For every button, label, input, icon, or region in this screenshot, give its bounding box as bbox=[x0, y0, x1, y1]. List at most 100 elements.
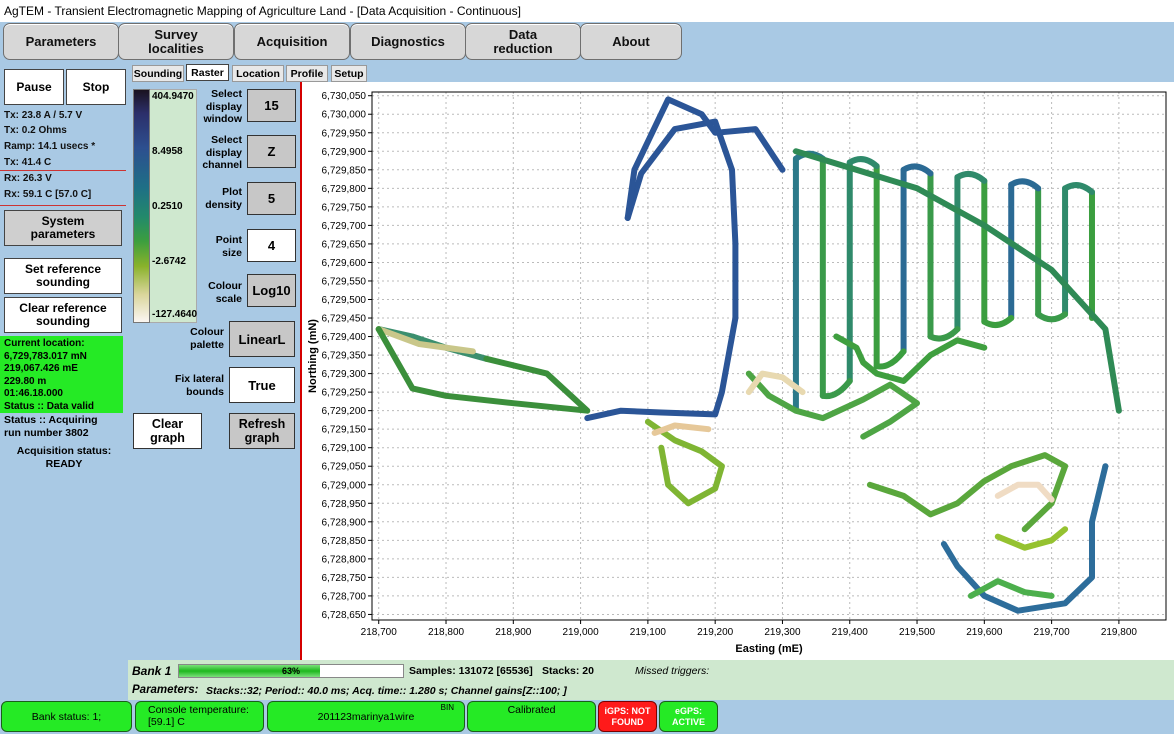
fix-lateral-bounds-label: Fix lateral bounds bbox=[174, 373, 224, 398]
console-temp-value: [59.1] C bbox=[148, 716, 185, 728]
y-tick-label: 6,729,250 bbox=[322, 388, 367, 399]
refresh-graph-label: Refresh graph bbox=[238, 417, 286, 445]
parameters-button[interactable]: Parameters bbox=[3, 23, 119, 60]
colour-palette-button[interactable]: LinearL bbox=[229, 321, 295, 357]
y-tick-label: 6,728,850 bbox=[322, 536, 367, 547]
igps-text: iGPS: NOT FOUND bbox=[604, 705, 651, 727]
location-northing: 6,729,783.017 mN bbox=[4, 350, 87, 362]
tab-location[interactable]: Location bbox=[232, 65, 284, 82]
main-toolbar: Parameters Survey localities Acquisition… bbox=[0, 22, 1174, 62]
x-axis-label: Easting (mE) bbox=[735, 643, 803, 655]
y-tick-label: 6,729,300 bbox=[322, 369, 367, 380]
survey-track bbox=[651, 422, 712, 436]
y-tick-label: 6,728,700 bbox=[322, 591, 367, 602]
clear-reference-button[interactable]: Clear reference sounding bbox=[4, 297, 122, 333]
location-time: 01:46.18.000 bbox=[4, 388, 63, 400]
scale-label-3: 0.2510 bbox=[152, 201, 183, 212]
tab-sounding[interactable]: Sounding bbox=[132, 65, 184, 82]
acquisition-button[interactable]: Acquisition bbox=[234, 23, 350, 60]
lane-turn bbox=[1008, 178, 1042, 192]
tx-temperature: Tx: 41.4 C bbox=[4, 157, 52, 168]
survey-track bbox=[994, 481, 1055, 503]
data-reduction-button[interactable]: Data reduction bbox=[465, 23, 581, 60]
window-title: AgTEM - Transient Electromagnetic Mappin… bbox=[0, 0, 1174, 22]
calibrated-status: Calibrated bbox=[467, 701, 596, 732]
colour-scale-bar bbox=[133, 89, 150, 323]
egps-status: eGPS: ACTIVE bbox=[659, 701, 718, 732]
survey-track bbox=[833, 333, 988, 384]
system-parameters-label: System parameters bbox=[30, 214, 96, 241]
location-status: Status :: Data valid bbox=[4, 400, 95, 412]
colour-scale-button[interactable]: Log10 bbox=[247, 274, 296, 307]
y-tick-label: 6,728,900 bbox=[322, 517, 367, 528]
status-acquiring: Status :: Acquiring bbox=[4, 414, 98, 426]
y-tick-label: 6,729,800 bbox=[322, 184, 367, 195]
system-parameters-button[interactable]: System parameters bbox=[4, 210, 122, 246]
y-tick-label: 6,729,400 bbox=[322, 332, 367, 343]
diagnostics-button[interactable]: Diagnostics bbox=[350, 23, 466, 60]
stop-button[interactable]: Stop bbox=[66, 69, 126, 105]
y-axis-label: Northing (mN) bbox=[307, 319, 319, 393]
filename-box: BIN 201123marinya1wire bbox=[267, 701, 465, 732]
set-reference-button[interactable]: Set reference sounding bbox=[4, 258, 122, 294]
refresh-graph-button[interactable]: Refresh graph bbox=[229, 413, 295, 449]
select-window-button[interactable]: 15 bbox=[247, 89, 296, 122]
select-channel-label: Select display channel bbox=[202, 134, 242, 171]
status-run-number: run number 3802 bbox=[4, 427, 89, 439]
y-tick-label: 6,729,850 bbox=[322, 165, 367, 176]
y-tick-label: 6,730,050 bbox=[322, 91, 367, 102]
select-channel-button[interactable]: Z bbox=[247, 135, 296, 168]
parameters-row: Parameters: Stacks::32; Period:: 40.0 ms… bbox=[128, 683, 1174, 700]
scale-label-4: -2.6742 bbox=[152, 256, 186, 267]
scale-label-2: 8.4958 bbox=[152, 146, 183, 157]
clear-graph-button[interactable]: Clear graph bbox=[133, 413, 202, 449]
raster-plot-area[interactable]: 218,700 218,800 218,900 219,000 219,100 219,2… bbox=[300, 82, 1174, 660]
parameters-text: Stacks::32; Period:: 40.0 ms; Acq. time:… bbox=[206, 685, 567, 697]
y-tick-label: 6,729,200 bbox=[322, 406, 367, 417]
lane-turn bbox=[1035, 311, 1069, 323]
bank-label: Bank 1 bbox=[132, 664, 172, 678]
clear-reference-label: Clear reference sounding bbox=[19, 301, 107, 328]
x-tick-label: 218,900 bbox=[495, 627, 532, 638]
y-tick-label: 6,729,750 bbox=[322, 202, 367, 213]
y-tick-label: 6,729,650 bbox=[322, 239, 367, 250]
location-easting: 219,067.426 mE bbox=[4, 363, 78, 375]
y-tick-label: 6,729,700 bbox=[322, 221, 367, 232]
lane-turn bbox=[981, 315, 1015, 329]
set-reference-label: Set reference sounding bbox=[24, 262, 102, 289]
acquisition-status-value: READY bbox=[45, 458, 83, 470]
tab-profile[interactable]: Profile bbox=[286, 65, 328, 82]
location-altitude: 229.80 m bbox=[4, 375, 47, 387]
fix-lateral-bounds-toggle[interactable]: True bbox=[229, 367, 295, 403]
y-tick-label: 6,729,050 bbox=[322, 462, 367, 473]
about-button[interactable]: About bbox=[580, 23, 682, 60]
pause-button[interactable]: Pause bbox=[4, 69, 64, 105]
point-size-input[interactable]: 4 bbox=[247, 229, 296, 262]
console-temp-label: Console temperature: bbox=[148, 704, 249, 716]
survey-track bbox=[994, 526, 1069, 551]
y-tick-label: 6,729,450 bbox=[322, 314, 367, 325]
divider bbox=[0, 170, 126, 171]
scale-label-max: 404.9470 bbox=[152, 91, 194, 102]
x-tick-label: 219,800 bbox=[1101, 627, 1138, 638]
y-tick-label: 6,729,500 bbox=[322, 295, 367, 306]
lane-turn bbox=[873, 348, 907, 370]
survey-track bbox=[745, 370, 920, 440]
igps-status: iGPS: NOT FOUND bbox=[598, 701, 657, 732]
y-tick-label: 6,729,900 bbox=[322, 147, 367, 158]
current-location-box: Current location: 6,729,783.017 mN 219,0… bbox=[0, 336, 123, 413]
scale-label-min: -127.4640 bbox=[152, 309, 198, 320]
progress-text: 63% bbox=[281, 666, 300, 676]
x-tick-label: 219,100 bbox=[630, 627, 667, 638]
plot-density-button[interactable]: 5 bbox=[247, 182, 296, 215]
tab-setup[interactable]: Setup bbox=[331, 65, 367, 82]
raster-plot[interactable]: 218,700 218,800 218,900 219,000 219,100 219,2… bbox=[302, 82, 1174, 660]
tab-raster[interactable]: Raster bbox=[186, 64, 229, 81]
egps-text: eGPS: ACTIVE bbox=[671, 705, 705, 727]
select-window-label: Select display window bbox=[203, 88, 243, 125]
survey-localities-button[interactable]: Survey localities bbox=[118, 23, 234, 60]
x-tick-label: 219,600 bbox=[966, 627, 1003, 638]
console-temperature: Console temperature: [59.1] C bbox=[135, 701, 264, 732]
lane-turn bbox=[846, 156, 880, 170]
rx-voltage: Rx: 26.3 V bbox=[4, 173, 52, 184]
